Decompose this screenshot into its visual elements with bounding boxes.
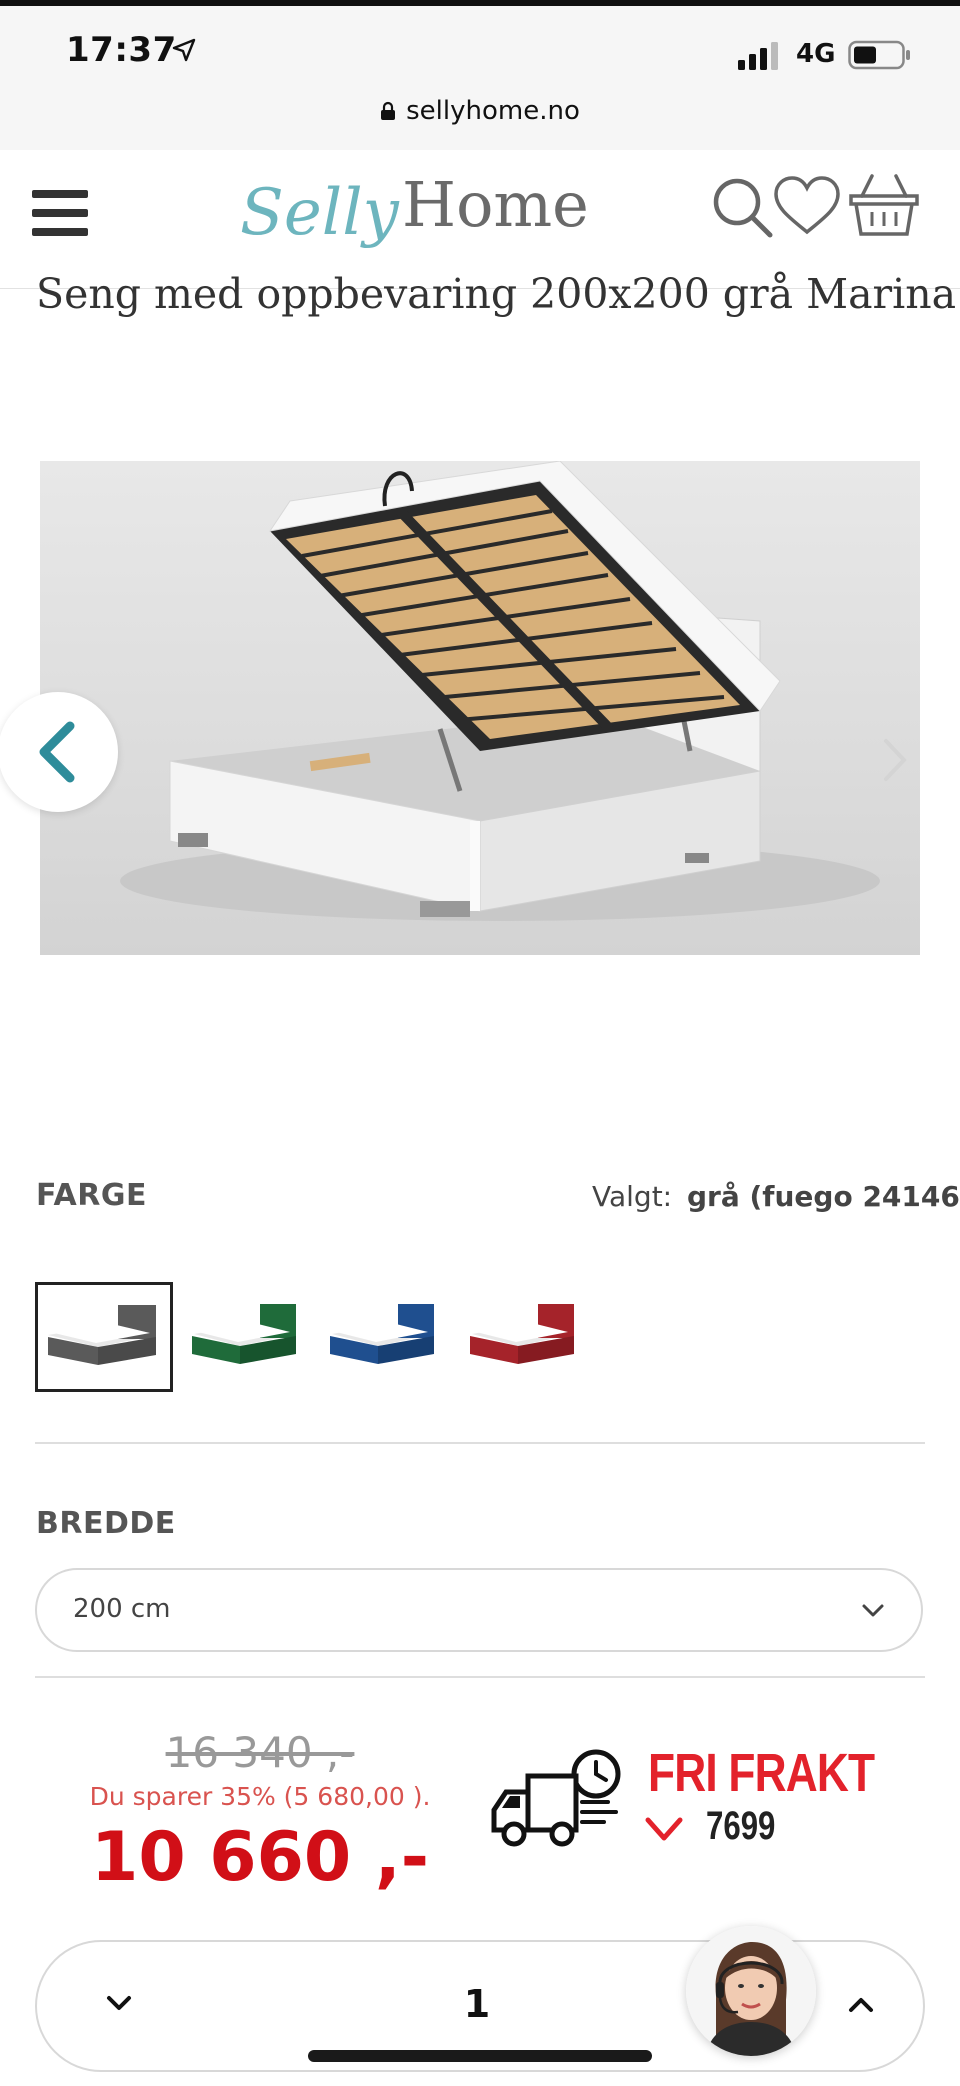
swatch-bed-image xyxy=(470,1304,574,1364)
gallery-prev-button[interactable] xyxy=(0,692,118,812)
free-shipping-title: FRI FRAKT xyxy=(648,1743,875,1803)
logo-home: Home xyxy=(402,168,589,241)
divider xyxy=(35,1442,925,1444)
color-swatch-blue[interactable] xyxy=(322,1282,442,1392)
free-shipping-code: 7699 xyxy=(706,1804,776,1848)
color-swatch-gray[interactable] xyxy=(35,1282,173,1392)
home-indicator xyxy=(308,2050,652,2062)
status-time: 17:37 xyxy=(66,30,177,70)
lock-icon xyxy=(381,101,396,120)
basket-icon[interactable] xyxy=(848,172,920,238)
bed-illustration xyxy=(120,461,880,921)
address-bar[interactable]: sellyhome.no xyxy=(0,96,960,126)
quantity-value[interactable]: 1 xyxy=(447,1982,507,2026)
checkmark-icon xyxy=(645,1817,683,1841)
selected-color: Valgt: grå (fuego 24146) xyxy=(592,1180,960,1213)
current-price: 10 660 ,- xyxy=(91,1818,429,1897)
color-swatch-green[interactable] xyxy=(184,1282,304,1392)
color-label: FARGE xyxy=(36,1178,147,1213)
chevron-down-icon xyxy=(862,1604,884,1617)
selected-color-label: Valgt: xyxy=(592,1180,673,1213)
swatch-bed-image xyxy=(330,1304,434,1364)
heart-icon[interactable] xyxy=(772,174,842,238)
increase-quantity-icon[interactable] xyxy=(835,1978,887,2030)
decrease-quantity-icon[interactable] xyxy=(93,1978,145,2030)
swatch-bed-image xyxy=(38,1285,170,1389)
product-image[interactable] xyxy=(40,461,920,955)
savings-text: Du sparer 35% (5 680,00 ). xyxy=(89,1782,431,1811)
color-swatch-red[interactable] xyxy=(462,1282,582,1392)
hamburger-menu-icon[interactable] xyxy=(32,190,88,236)
battery-icon xyxy=(848,40,910,70)
logo-selly: Selly xyxy=(240,176,399,250)
support-agent-image xyxy=(686,1926,816,2056)
product-title: Seng med oppbevaring 200x200 grå Marina xyxy=(36,270,957,318)
chevron-left-icon xyxy=(39,721,75,783)
selected-color-value: grå (fuego 24146) xyxy=(687,1180,960,1213)
swatch-bed-image xyxy=(192,1304,296,1364)
chat-support-avatar[interactable] xyxy=(686,1926,816,2056)
old-price: 16 340 ,- xyxy=(165,1728,355,1777)
search-icon[interactable] xyxy=(710,175,774,239)
network-type: 4G xyxy=(796,39,836,69)
location-arrow-icon xyxy=(172,38,196,62)
cellular-signal-icon xyxy=(738,42,778,70)
delivery-truck-icon xyxy=(491,1749,621,1847)
site-logo[interactable]: Selly Home xyxy=(240,162,600,266)
width-select-value: 200 cm xyxy=(73,1594,171,1624)
url-text: sellyhome.no xyxy=(406,96,580,126)
status-bar xyxy=(0,6,960,151)
divider xyxy=(35,1676,925,1678)
width-select[interactable]: 200 cm xyxy=(35,1568,923,1652)
chevron-right-icon[interactable] xyxy=(880,735,910,785)
width-label: BREDDE xyxy=(36,1506,176,1541)
